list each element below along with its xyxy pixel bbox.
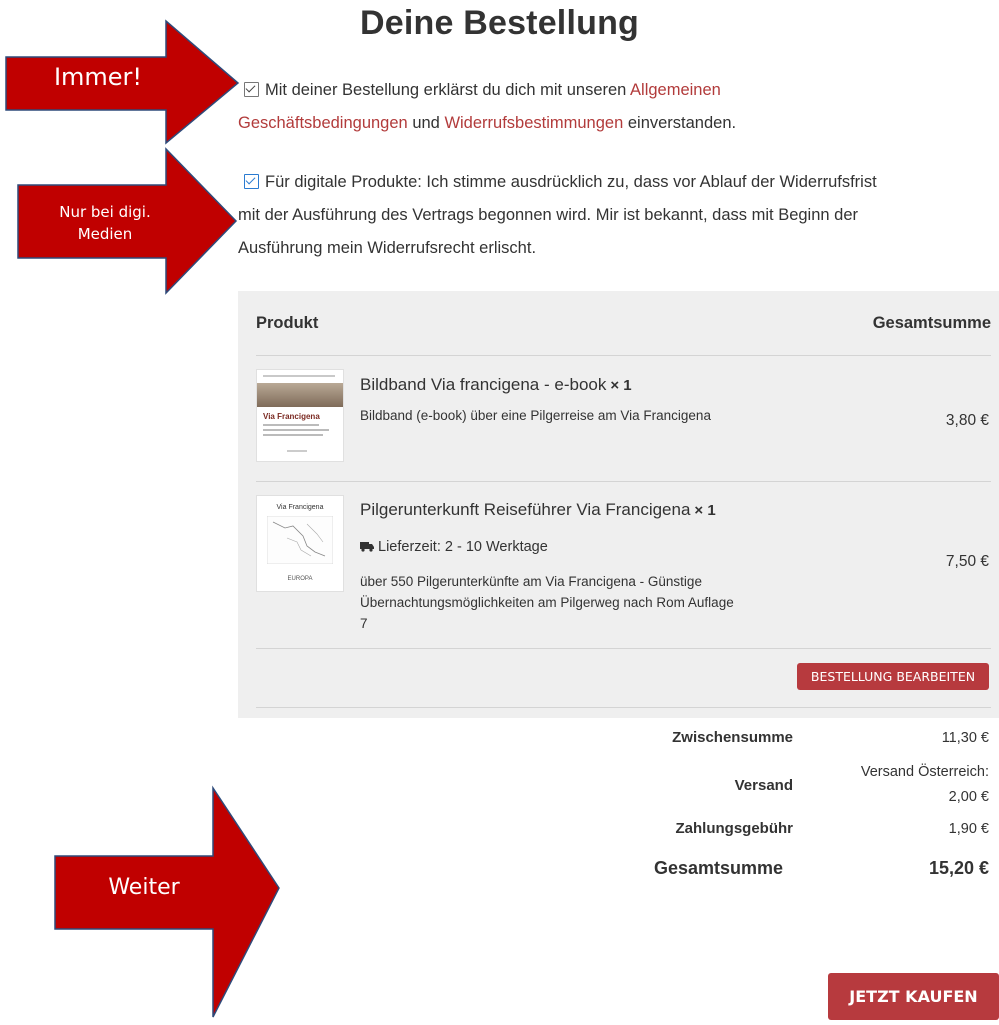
product-description: über 550 Pilgerunterkünfte am Via Franci… (360, 571, 800, 634)
shipping-value-line2: 2,00 € (948, 789, 989, 805)
terms-digital: Für digitale Produkte: Ich stimme ausdrü… (238, 166, 996, 265)
agb-text-mid: und (412, 114, 440, 132)
product-qty: × 1 (610, 377, 632, 394)
product-description: Bildband (e-book) über eine Pilgerreise … (360, 408, 711, 423)
product-name: Bildband Via francigena - e-book × 1 (360, 375, 632, 395)
divider (256, 648, 991, 649)
thumbnail-title: Via Francigena (276, 504, 324, 511)
digital-checkbox[interactable] (244, 174, 259, 189)
agb-link-part1: Allgemeinen (630, 81, 721, 99)
annotation-arrow-continue: Weiter (50, 785, 282, 1025)
shipping-label: Versand (734, 777, 793, 794)
product-name-text: Pilgerunterkunft Reiseführer Via Francig… (360, 500, 691, 519)
digital-text-line3: Ausführung mein Widerrufsrecht erlischt. (238, 239, 537, 257)
product-price: 3,80 € (945, 412, 989, 429)
edit-order-button[interactable]: BESTELLUNG BEARBEITEN (797, 663, 989, 690)
order-summary-panel: Produkt Gesamtsumme Via Francigena Bildb… (238, 291, 999, 718)
annotation-arrow-always: Immer! (0, 15, 242, 145)
subtotal-value: 11,30 € (941, 730, 989, 746)
thumbnail-title: Via Francigena (263, 412, 320, 421)
divider (256, 707, 991, 708)
agb-checkbox[interactable] (244, 82, 259, 97)
grand-total-value: 15,20 € (928, 858, 989, 878)
product-qty: × 1 (694, 502, 716, 519)
product-description-line2: Übernachtungsmöglichkeiten am Pilgerweg … (360, 595, 734, 610)
product-name: Pilgerunterkunft Reiseführer Via Francig… (360, 500, 716, 520)
agb-link-cont[interactable]: Geschäftsbedingungen (238, 114, 408, 132)
buy-now-button[interactable]: JETZT KAUFEN (828, 973, 999, 1020)
annotation-arrow-digital: Nur bei digi. Medien (12, 145, 238, 297)
product-delivery: Lieferzeit: 2 - 10 Werktage (360, 537, 760, 558)
product-thumbnail-guidebook: Via Francigena EUROPA (256, 495, 344, 592)
annotation-label-digital-line1: Nur bei digi. (59, 203, 151, 221)
thumbnail-footer: EUROPA (287, 576, 313, 582)
agb-link[interactable]: Allgemeinen (630, 81, 721, 99)
digital-text-line2: mit der Ausführung des Vertrags begonnen… (238, 206, 858, 224)
product-name-text: Bildband Via francigena - e-book (360, 375, 607, 394)
column-header-product: Produkt (256, 314, 319, 332)
shipping-value-line1: Versand Österreich: (860, 764, 989, 780)
fee-label: Zahlungsgebühr (675, 820, 794, 837)
divider (256, 355, 991, 356)
annotation-label-digital: Nur bei digi. Medien (42, 201, 168, 245)
terms-agb: Mit deiner Bestellung erklärst du dich m… (238, 74, 996, 140)
widerruf-link[interactable]: Widerrufsbestimmungen (444, 114, 623, 132)
grand-total-label: Gesamtsumme (653, 858, 783, 878)
annotation-label-continue: Weiter (108, 875, 180, 900)
column-header-total: Gesamtsumme (872, 314, 991, 332)
fee-value: 1,90 € (948, 821, 989, 837)
annotation-label-always: Immer! (53, 63, 143, 91)
product-description-line3: 7 (360, 616, 368, 631)
agb-text-post: einverstanden. (627, 114, 737, 132)
agb-text-pre: Mit deiner Bestellung erklärst du dich m… (265, 81, 627, 99)
delivery-time: Lieferzeit: 2 - 10 Werktage (378, 539, 548, 555)
truck-icon (360, 538, 375, 552)
divider (256, 481, 991, 482)
product-description-line1: über 550 Pilgerunterkünfte am Via Franci… (360, 574, 702, 589)
annotation-label-digital-line2: Medien (77, 225, 133, 243)
shipping-value: Versand Österreich: 2,00 € (861, 760, 989, 810)
product-thumbnail-ebook: Via Francigena (256, 369, 344, 462)
digital-text-line1: Für digitale Produkte: Ich stimme ausdrü… (265, 173, 877, 191)
product-price: 7,50 € (945, 553, 989, 570)
subtotal-label: Zwischensumme (672, 729, 793, 746)
